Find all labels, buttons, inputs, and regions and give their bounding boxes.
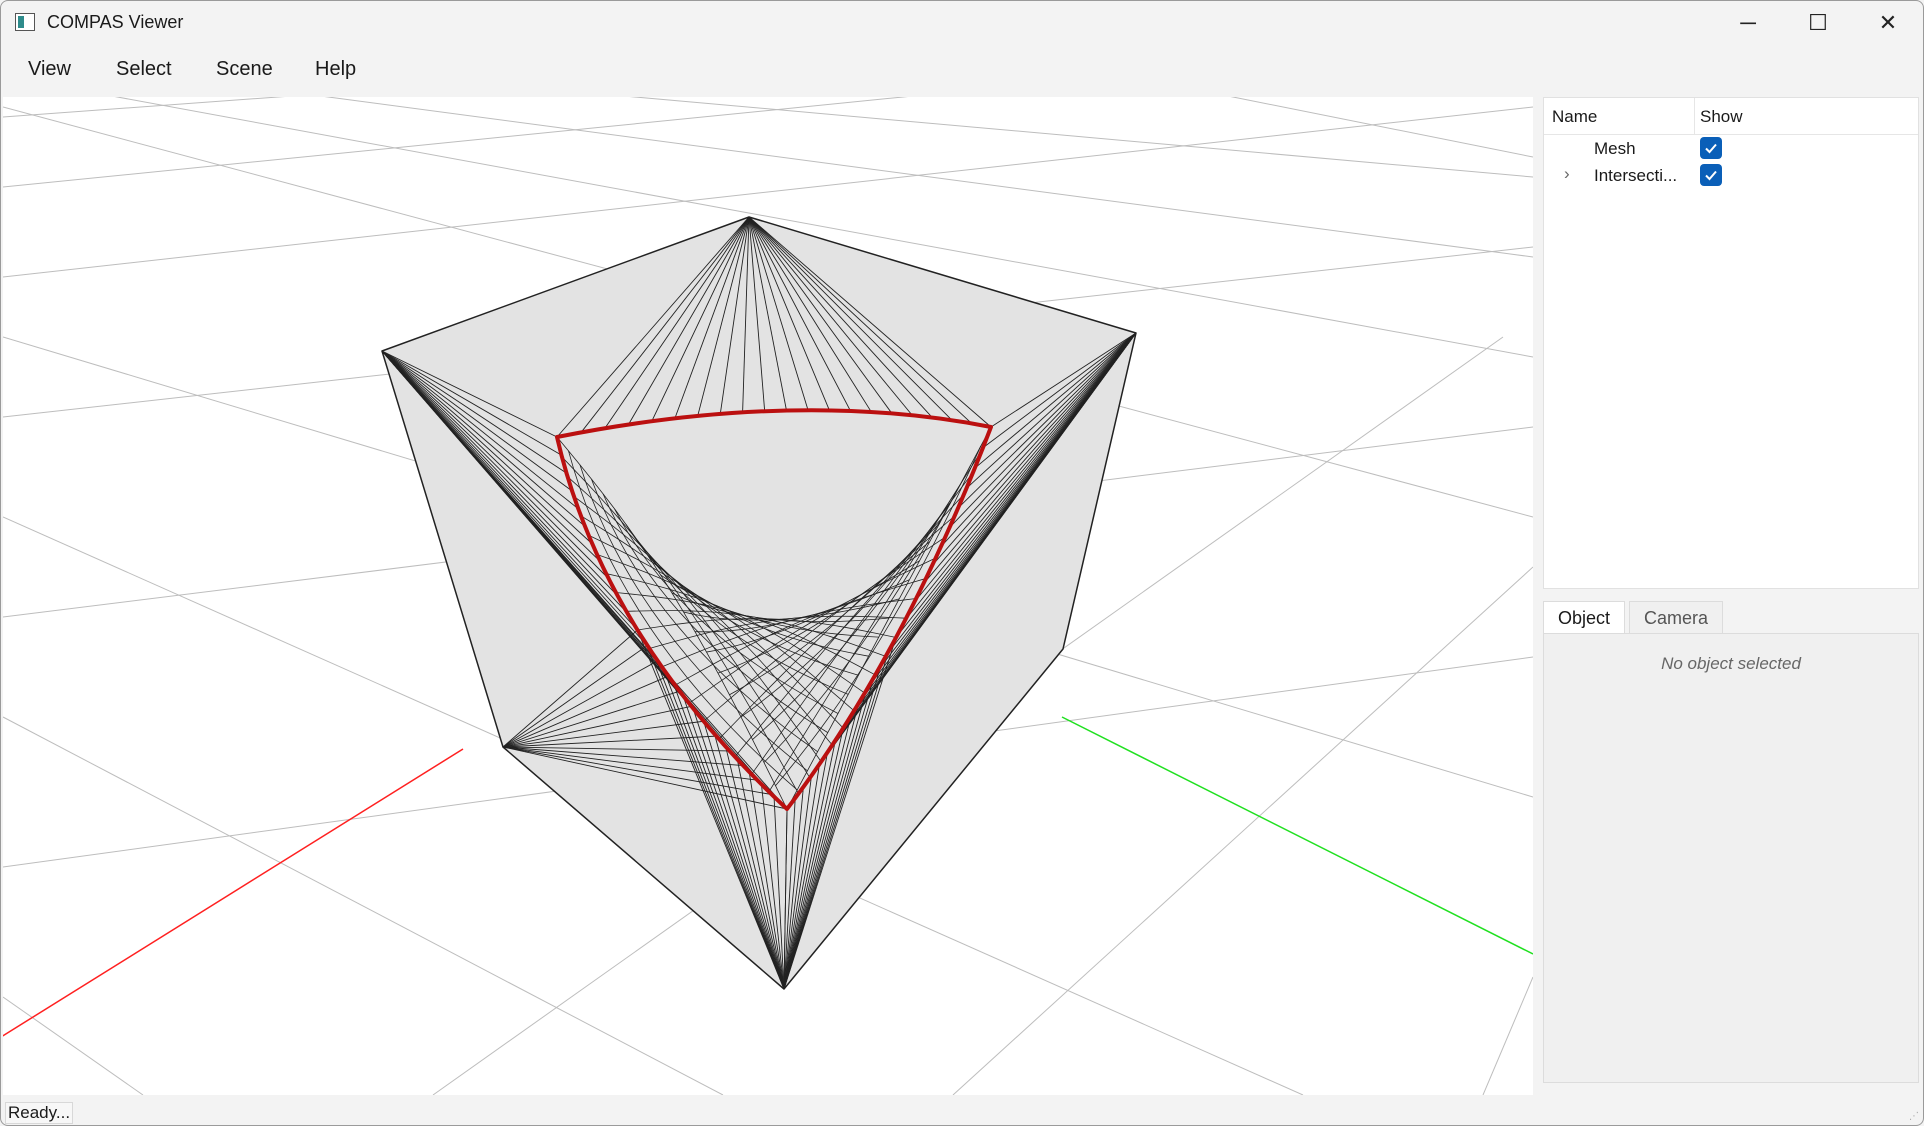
grid-line [1482,976,1533,1095]
menu-select[interactable]: Select [116,58,172,81]
grid-line [629,97,1533,178]
show-column-header[interactable]: Show [1700,107,1743,127]
mesh-face [381,216,1137,990]
3d-viewport[interactable] [3,97,1533,1095]
y-axis-line [1061,716,1533,955]
status-text: Ready... [5,1102,74,1124]
close-button[interactable]: ✕ [1853,1,1923,45]
resize-grip-icon[interactable]: ⋰ [1909,1111,1919,1122]
maximize-button[interactable]: ☐ [1783,1,1853,45]
status-bar: Ready... ⋰ [1,1099,1923,1125]
grid-line [3,996,144,1095]
tree-row-mesh[interactable]: Mesh [1544,135,1918,162]
tree-row-intersection[interactable]: › Intersecti... [1544,162,1918,189]
menu-help[interactable]: Help [315,58,356,81]
grid-line [3,97,909,188]
menu-scene[interactable]: Scene [216,58,273,81]
grid-line [324,97,1533,258]
name-column-header[interactable]: Name [1552,107,1597,127]
grid-line [1230,97,1533,158]
show-checkbox-mesh[interactable] [1700,137,1722,159]
viewport-canvas[interactable] [3,97,1533,1095]
show-checkbox-intersection[interactable] [1700,164,1722,186]
tab-camera[interactable]: Camera [1629,601,1724,633]
title-bar[interactable]: COMPAS Viewer ─ ☐ ✕ [1,1,1923,45]
property-panel: No object selected [1543,633,1919,1083]
menu-bar: View Select Scene Help [1,49,1923,93]
tree-row-label[interactable]: Mesh [1594,139,1636,159]
check-icon [1705,170,1717,181]
app-icon [15,13,35,31]
grid-line [3,97,285,118]
check-icon [1705,143,1717,154]
tab-object[interactable]: Object [1543,601,1626,633]
x-axis-line [3,748,464,1037]
app-window: COMPAS Viewer ─ ☐ ✕ View Select Scene He… [0,0,1924,1126]
inspector-tabs: Object Camera [1543,601,1919,633]
tree-row-label[interactable]: Intersecti... [1594,166,1677,186]
minimize-button[interactable]: ─ [1713,1,1783,45]
empty-selection-message: No object selected [1661,654,1801,673]
menu-view[interactable]: View [28,58,71,81]
window-title: COMPAS Viewer [47,12,184,32]
tree-header: Name Show [1544,98,1918,135]
mesh-object[interactable] [381,216,1137,990]
scene-tree: Name Show Mesh › Intersecti... [1543,97,1919,589]
chevron-right-icon[interactable]: › [1564,164,1570,184]
column-separator[interactable] [1694,98,1695,134]
